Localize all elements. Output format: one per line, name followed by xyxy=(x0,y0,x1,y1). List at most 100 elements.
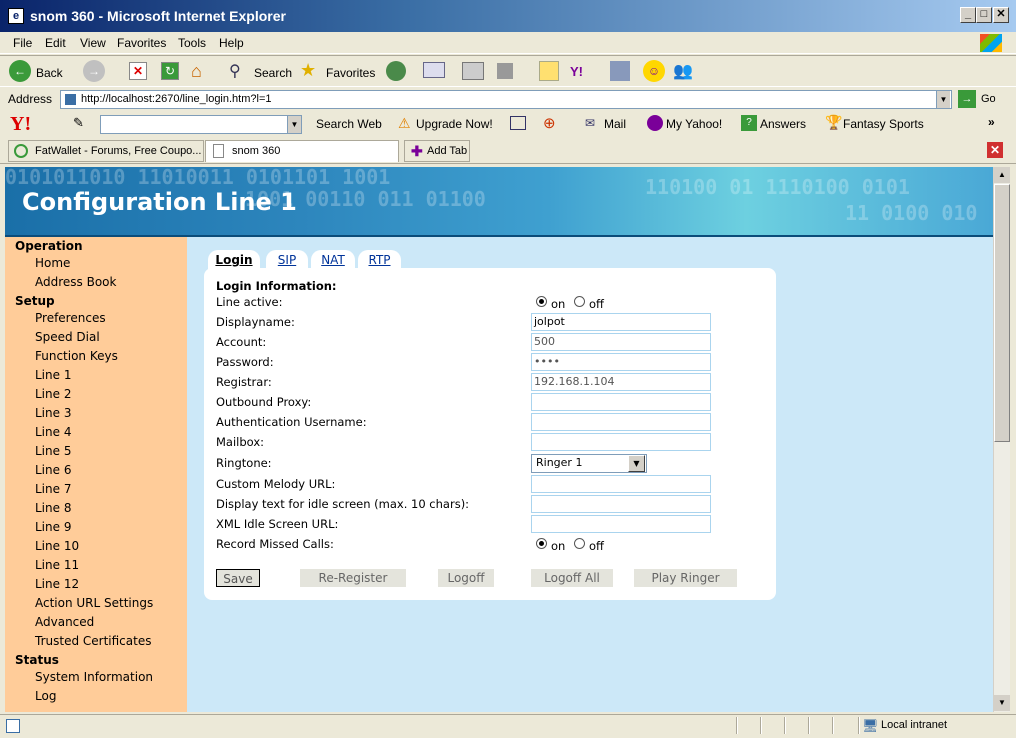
auth-username-field[interactable] xyxy=(531,413,711,431)
yahoo-logo-icon[interactable]: Y! xyxy=(10,113,31,136)
go-arrow-icon[interactable]: → xyxy=(958,90,976,108)
favorites-button[interactable]: Favorites xyxy=(326,66,375,80)
research-icon[interactable] xyxy=(610,61,630,81)
password-field[interactable]: •••• xyxy=(531,353,711,371)
stop-icon[interactable]: ✕ xyxy=(129,62,147,80)
address-input[interactable]: http://localhost:2670/line_login.htm?l=1 xyxy=(60,90,952,109)
back-button[interactable]: Back xyxy=(36,66,63,80)
sidebar-item-line-9[interactable]: Line 9 xyxy=(35,520,71,534)
sidebar-item-action-url[interactable]: Action URL Settings xyxy=(35,596,153,610)
sidebar-item-line-5[interactable]: Line 5 xyxy=(35,444,71,458)
tab-rtp[interactable]: RTP xyxy=(358,250,401,270)
sidebar-item-system-information[interactable]: System Information xyxy=(35,670,153,684)
yahoo-messenger-icon[interactable]: Y! xyxy=(570,64,583,79)
save-button[interactable]: Save xyxy=(216,569,260,587)
menu-file[interactable]: File xyxy=(13,36,32,50)
logoff-button[interactable]: Logoff xyxy=(438,569,494,587)
search-dropdown-icon[interactable]: ▼ xyxy=(287,116,301,133)
missed-on-radio[interactable] xyxy=(536,538,547,549)
sidebar-item-trusted-certificates[interactable]: Trusted Certificates xyxy=(35,634,151,648)
home-icon[interactable]: ⌂ xyxy=(191,61,211,81)
sidebar-item-address-book[interactable]: Address Book xyxy=(35,275,116,289)
edit-icon[interactable] xyxy=(497,63,513,79)
sidebar-item-line-10[interactable]: Line 10 xyxy=(35,539,79,553)
window-icon[interactable] xyxy=(510,116,526,130)
search-icon[interactable]: ⚲ xyxy=(229,61,241,81)
back-arrow-icon[interactable]: ← xyxy=(9,60,31,82)
mailbox-field[interactable] xyxy=(531,433,711,451)
sidebar-item-preferences[interactable]: Preferences xyxy=(35,311,106,325)
print-icon[interactable] xyxy=(462,62,484,80)
menu-edit[interactable]: Edit xyxy=(45,36,66,50)
line-active-off-radio[interactable] xyxy=(574,296,585,307)
note-icon[interactable] xyxy=(539,61,559,81)
yahoo-search-input[interactable] xyxy=(100,115,302,134)
tab-nat[interactable]: NAT xyxy=(311,250,355,270)
fantasy-sports-button[interactable]: Fantasy Sports xyxy=(843,117,924,131)
title-bar[interactable]: e snom 360 - Microsoft Internet Explorer… xyxy=(0,0,1016,32)
sidebar-item-function-keys[interactable]: Function Keys xyxy=(35,349,118,363)
tab-sip[interactable]: SIP xyxy=(266,250,308,270)
sidebar-item-speed-dial[interactable]: Speed Dial xyxy=(35,330,100,344)
sidebar-item-line-2[interactable]: Line 2 xyxy=(35,387,71,401)
sidebar-item-home[interactable]: Home xyxy=(35,256,70,270)
history-icon[interactable] xyxy=(386,61,406,81)
sidebar-item-line-8[interactable]: Line 8 xyxy=(35,501,71,515)
go-button[interactable]: Go xyxy=(981,93,996,105)
my-yahoo-button[interactable]: My Yahoo! xyxy=(666,117,722,131)
sidebar-item-advanced[interactable]: Advanced xyxy=(35,615,94,629)
displayname-field[interactable]: jolpot xyxy=(531,313,711,331)
target-icon[interactable]: ⊕ xyxy=(543,114,556,132)
add-tab-button[interactable]: ✚ Add Tab xyxy=(404,140,470,162)
xml-idle-field[interactable] xyxy=(531,515,711,533)
menu-help[interactable]: Help xyxy=(219,36,244,50)
chevron-down-icon[interactable]: ▼ xyxy=(628,455,645,472)
line-active-on-radio[interactable] xyxy=(536,296,547,307)
menu-view[interactable]: View xyxy=(80,36,106,50)
mail-icon[interactable] xyxy=(423,62,445,78)
play-ringer-button[interactable]: Play Ringer xyxy=(634,569,737,587)
sidebar-item-line-7[interactable]: Line 7 xyxy=(35,482,71,496)
address-dropdown-icon[interactable]: ▼ xyxy=(936,91,950,108)
sidebar-item-line-11[interactable]: Line 11 xyxy=(35,558,79,572)
tab-snom[interactable]: snom 360 xyxy=(205,140,399,162)
upgrade-button[interactable]: Upgrade Now! xyxy=(416,117,493,131)
scroll-thumb[interactable] xyxy=(994,184,1010,442)
messenger-people-icon[interactable]: 👥 xyxy=(673,61,697,81)
chevron-right-icon[interactable]: » xyxy=(988,115,995,129)
close-icon[interactable]: ✕ xyxy=(993,7,1009,23)
custom-melody-field[interactable] xyxy=(531,475,711,493)
sidebar-item-line-1[interactable]: Line 1 xyxy=(35,368,71,382)
sidebar-item-log[interactable]: Log xyxy=(35,689,56,703)
sidebar-item-line-6[interactable]: Line 6 xyxy=(35,463,71,477)
registrar-field[interactable]: 192.168.1.104 xyxy=(531,373,711,391)
missed-off-radio[interactable] xyxy=(574,538,585,549)
maximize-icon[interactable]: □ xyxy=(976,7,992,23)
search-web-button[interactable]: Search Web xyxy=(316,117,382,131)
sidebar-item-line-4[interactable]: Line 4 xyxy=(35,425,71,439)
outbound-proxy-field[interactable] xyxy=(531,393,711,411)
logoff-all-button[interactable]: Logoff All xyxy=(531,569,613,587)
menu-tools[interactable]: Tools xyxy=(178,36,206,50)
reregister-button[interactable]: Re-Register xyxy=(300,569,406,587)
close-tab-icon[interactable]: ✕ xyxy=(987,142,1003,158)
vertical-scrollbar[interactable]: ▲ ▼ xyxy=(993,167,1010,712)
sidebar-item-line-12[interactable]: Line 12 xyxy=(35,577,79,591)
pencil-icon[interactable]: ✎ xyxy=(73,115,84,131)
scroll-up-icon[interactable]: ▲ xyxy=(994,167,1010,183)
menu-favorites[interactable]: Favorites xyxy=(117,36,166,50)
mail-button[interactable]: Mail xyxy=(604,117,626,131)
minimize-icon[interactable]: _ xyxy=(960,7,976,23)
yahoo-smiley-icon[interactable]: ☺ xyxy=(643,60,665,82)
answers-button[interactable]: Answers xyxy=(760,117,806,131)
refresh-icon[interactable]: ↻ xyxy=(161,62,179,80)
scroll-down-icon[interactable]: ▼ xyxy=(994,695,1010,711)
account-field[interactable]: 500 xyxy=(531,333,711,351)
favorites-star-icon[interactable]: ★ xyxy=(300,60,316,81)
search-button[interactable]: Search xyxy=(254,66,292,80)
tab-fatwallet[interactable]: FatWallet - Forums, Free Coupo... xyxy=(8,140,204,162)
idle-text-field[interactable] xyxy=(531,495,711,513)
sidebar-item-line-3[interactable]: Line 3 xyxy=(35,406,71,420)
ringtone-select[interactable]: Ringer 1 ▼ xyxy=(531,454,647,473)
forward-arrow-icon[interactable]: → xyxy=(83,60,105,82)
